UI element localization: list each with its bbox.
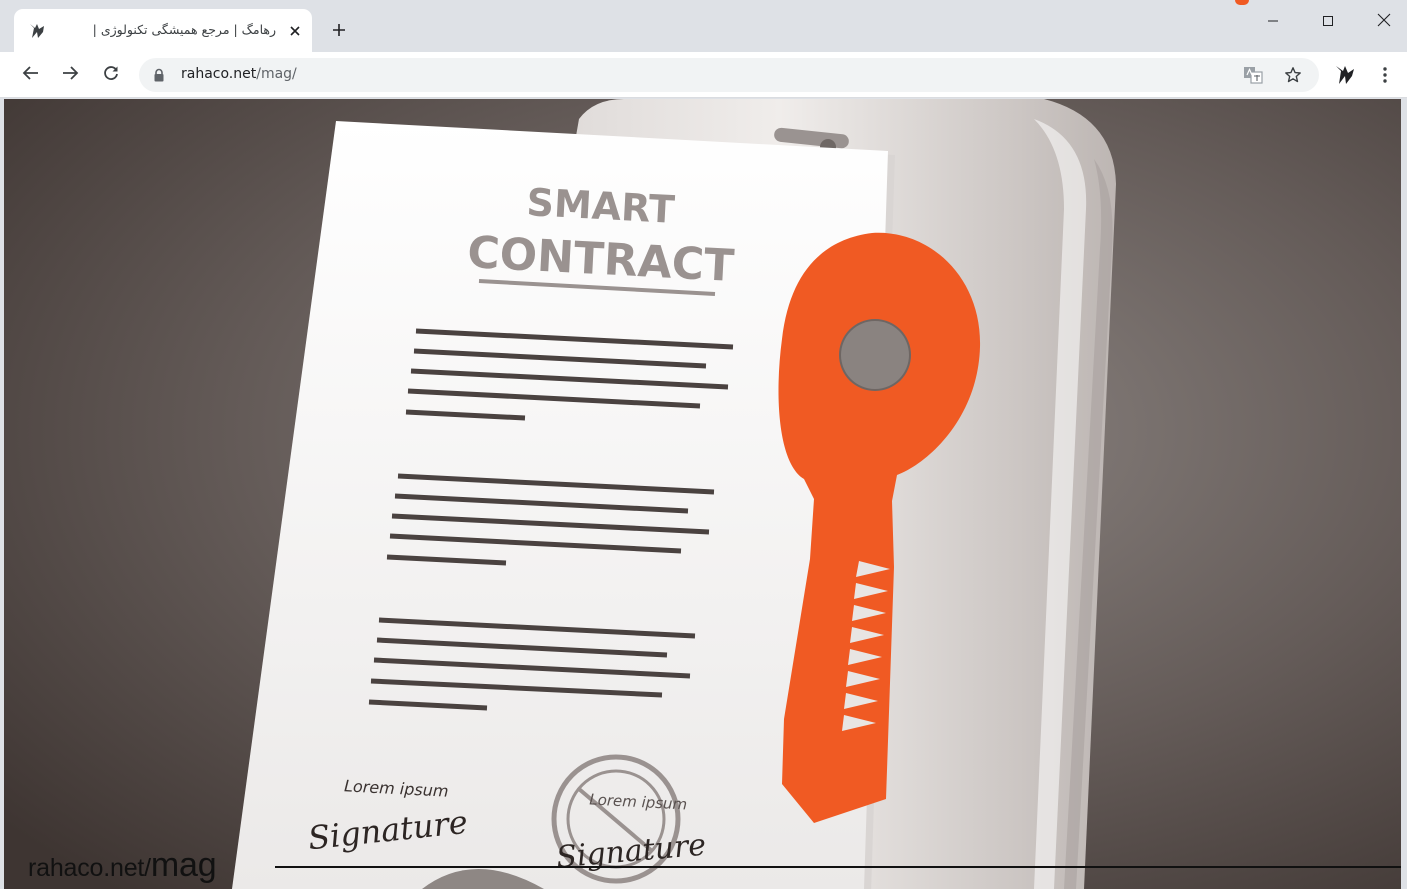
page-content: SMART CONTRACT Lorem ipsum Signature Lor… [4, 99, 1401, 889]
more-vertical-icon[interactable] [1374, 63, 1396, 87]
back-button[interactable] [17, 61, 45, 89]
rahaco-logo-icon [28, 22, 46, 40]
lock-icon[interactable] [152, 68, 166, 83]
tab-active[interactable]: رهامگ | مرجع همیشگی تکنولوژی | [14, 9, 312, 52]
address-bar[interactable]: rahaco.net/mag/ [139, 58, 1319, 92]
star-icon[interactable] [1282, 64, 1304, 86]
browser-window: رهامگ | مرجع همیشگی تکنولوژی | rahaco.ne… [0, 0, 1407, 889]
watermark-site: rahaco.net/ [28, 854, 151, 882]
extension-icon[interactable] [1334, 64, 1356, 86]
browser-toolbar: rahaco.net/mag/ [0, 52, 1407, 98]
minimize-icon [1267, 12, 1279, 31]
url-path: /mag/ [256, 66, 297, 82]
new-tab-button[interactable] [326, 18, 352, 44]
tab-title: رهامگ | مرجع همیشگی تکنولوژی | [92, 22, 276, 37]
arrow-left-icon [22, 64, 40, 86]
plus-icon [332, 22, 346, 41]
watermark-text: rahaco.net/mag [28, 846, 217, 885]
arrow-right-icon [61, 64, 79, 86]
close-icon [1377, 12, 1391, 31]
hero-illustration: SMART CONTRACT Lorem ipsum Signature Lor… [4, 99, 1401, 889]
window-close-button[interactable] [1367, 8, 1401, 34]
forward-button[interactable] [56, 61, 84, 89]
tab-strip: رهامگ | مرجع همیشگی تکنولوژی | [0, 0, 1407, 52]
url-host: rahaco.net [181, 66, 257, 82]
document-heading-line1: SMART [526, 180, 676, 232]
reload-button[interactable] [97, 61, 125, 89]
notification-dot [1235, 0, 1249, 5]
watermark-rule [275, 866, 1401, 868]
maximize-button[interactable] [1311, 8, 1345, 34]
close-icon[interactable] [284, 20, 306, 42]
minimize-button[interactable] [1256, 8, 1290, 34]
translate-icon[interactable] [1242, 65, 1264, 85]
maximize-icon [1322, 12, 1334, 31]
reload-icon [102, 64, 120, 86]
url-text[interactable]: rahaco.net/mag/ [181, 66, 297, 82]
watermark-section: mag [150, 846, 217, 884]
